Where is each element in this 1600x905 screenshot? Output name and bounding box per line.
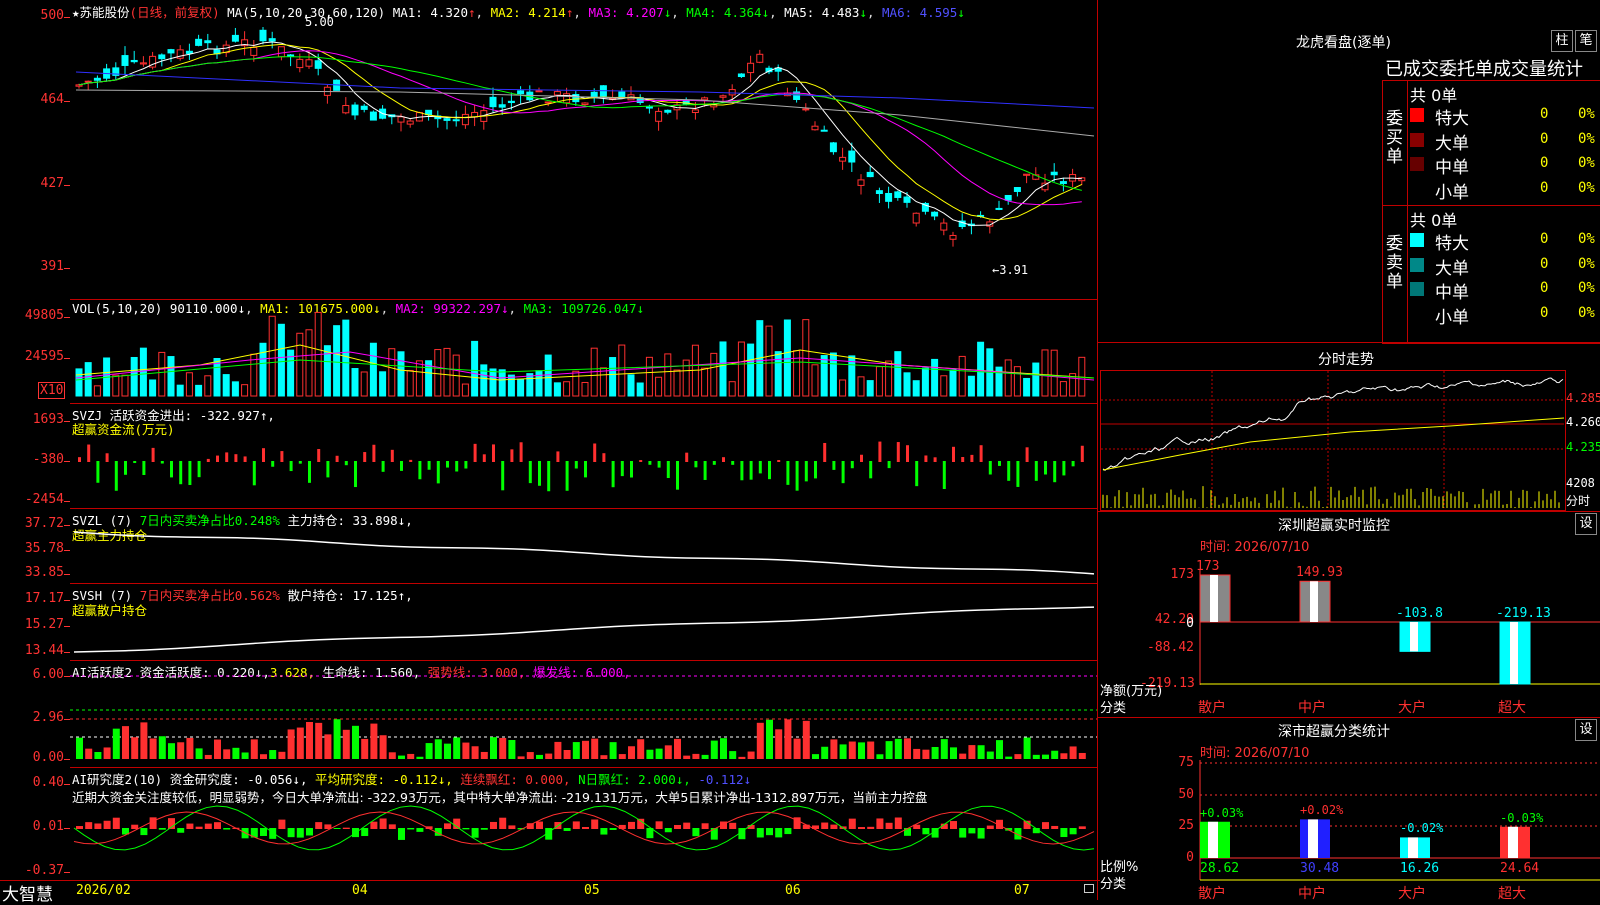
stats-bar-top-3: -0.03% (1500, 810, 1544, 825)
stats-bar-top-0: +0.03% (1200, 805, 1244, 820)
stats-bar-highlight (1408, 837, 1418, 858)
stats-bar-top-1: +0.02% (1300, 803, 1344, 818)
stats-bar-highlight (1208, 821, 1218, 858)
sz-stats-chart[interactable] (0, 0, 1600, 900)
stats-category-0: 散户 (1198, 886, 1226, 902)
stats-bar-bottom-1: 30.48 (1300, 861, 1340, 876)
stats-bar-highlight (1508, 826, 1518, 858)
stats-bar-bottom-2: 16.26 (1400, 861, 1440, 876)
stats-category-1: 中户 (1298, 886, 1326, 902)
stats-bar-bottom-0: 28.62 (1200, 861, 1240, 876)
stats-bar-top-2: -0.02% (1400, 821, 1444, 836)
stats-category-3: 超大 (1498, 886, 1526, 902)
stats-bar-bottom-3: 24.64 (1500, 861, 1540, 876)
stats-category-2: 大户 (1398, 886, 1426, 902)
stats-bar-highlight (1308, 819, 1318, 858)
